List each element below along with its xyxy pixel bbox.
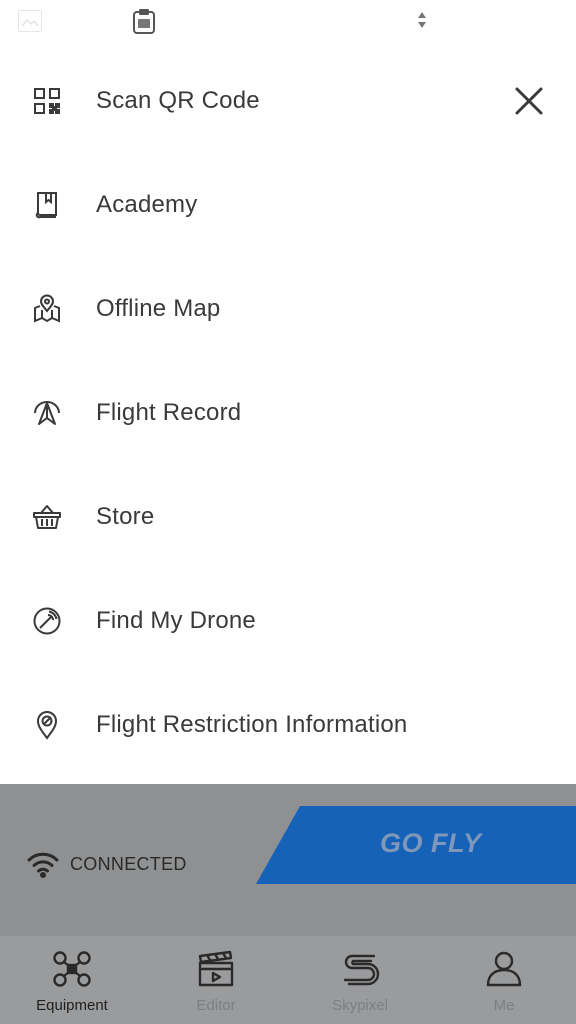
- clapperboard-icon: [196, 950, 236, 988]
- tab-equipment[interactable]: Equipment: [0, 936, 144, 1024]
- menu-item-store[interactable]: Store: [0, 465, 576, 569]
- qr-code-icon: [30, 84, 64, 118]
- clipboard-icon: [131, 7, 157, 35]
- menu-item-flight-record[interactable]: Flight Record: [0, 361, 576, 465]
- person-icon: [484, 950, 524, 988]
- tab-label: Equipment: [36, 997, 108, 1014]
- menu-item-academy[interactable]: Academy: [0, 153, 576, 257]
- menu-item-label: Scan QR Code: [96, 87, 260, 114]
- image-icon: [18, 10, 42, 32]
- side-menu: Scan QR Code Academy Offline Map Flight …: [0, 44, 576, 784]
- tab-label: Me: [493, 997, 515, 1014]
- menu-item-label: Academy: [96, 191, 198, 218]
- menu-item-find-my-drone[interactable]: Find My Drone: [0, 569, 576, 673]
- tab-label: Editor: [196, 997, 236, 1014]
- radar-icon: [30, 604, 64, 638]
- menu-item-label: Offline Map: [96, 295, 221, 322]
- menu-item-label: Flight Record: [96, 399, 242, 426]
- status-bar: [0, 0, 576, 44]
- skypixel-icon: [340, 950, 380, 988]
- menu-item-label: Find My Drone: [96, 607, 256, 634]
- flight-record-icon: [30, 396, 64, 430]
- sort-arrows-icon: [412, 9, 432, 31]
- tab-label: Skypixel: [332, 997, 388, 1014]
- map-pin-icon: [30, 292, 64, 326]
- wifi-icon: [26, 850, 60, 878]
- go-fly-label: GO FLY: [380, 828, 482, 858]
- tab-skypixel[interactable]: Skypixel: [288, 936, 432, 1024]
- go-fly-button[interactable]: GO FLY: [256, 806, 576, 884]
- connection-status: CONNECTED: [26, 846, 187, 882]
- menu-item-label: Store: [96, 503, 155, 530]
- connection-label: CONNECTED: [70, 853, 187, 874]
- bottom-tab-bar: Equipment Editor Skypixel Me: [0, 936, 576, 1024]
- book-icon: [30, 188, 64, 222]
- menu-item-flight-restriction-information[interactable]: Flight Restriction Information: [0, 673, 576, 777]
- menu-item-scan-qr-code[interactable]: Scan QR Code: [0, 49, 576, 153]
- tab-editor[interactable]: Editor: [144, 936, 288, 1024]
- menu-item-offline-map[interactable]: Offline Map: [0, 257, 576, 361]
- restriction-pin-icon: [30, 708, 64, 742]
- drone-icon: [52, 950, 92, 988]
- basket-icon: [30, 500, 64, 534]
- tab-me[interactable]: Me: [432, 936, 576, 1024]
- menu-item-label: Flight Restriction Information: [96, 711, 408, 738]
